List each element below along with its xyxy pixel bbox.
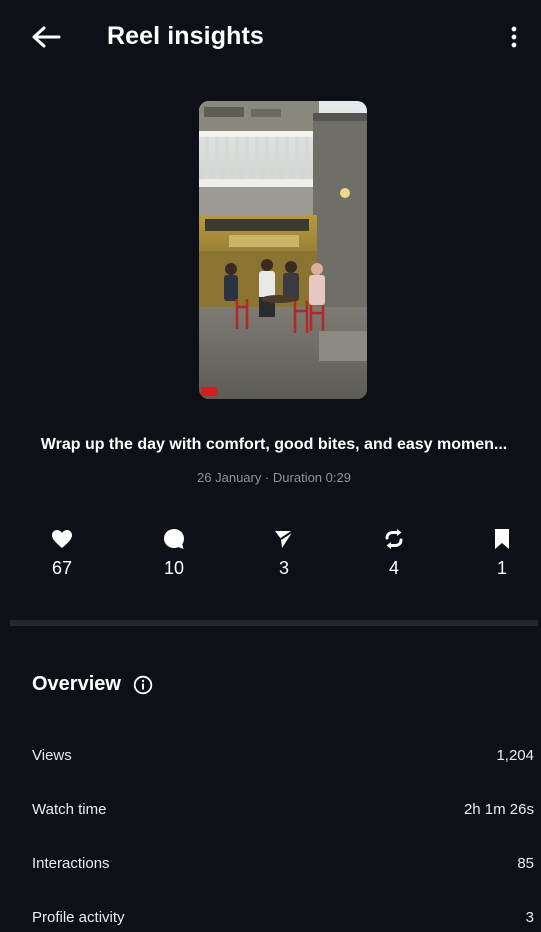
repost-icon <box>354 526 434 552</box>
more-options-button[interactable] <box>502 24 526 54</box>
share-icon <box>244 526 324 552</box>
row-label: Profile activity <box>32 908 125 926</box>
row-value: 85 <box>517 854 534 872</box>
reel-insights-screen: Reel insights Wrap up the day with comfo… <box>10 8 538 928</box>
saves-count: 1 <box>496 558 507 578</box>
section-divider <box>10 620 538 626</box>
comment-icon <box>134 526 214 552</box>
overview-title: Overview <box>32 673 121 695</box>
row-label: Watch time <box>32 800 107 818</box>
overview-row-profile-activity[interactable]: Profile activity 3 <box>10 890 538 932</box>
reel-thumbnail[interactable] <box>199 101 367 399</box>
stat-comments[interactable]: 10 <box>134 526 214 579</box>
overview-row-interactions[interactable]: Interactions 85 <box>10 836 538 890</box>
arrow-left-icon <box>31 26 61 53</box>
likes-count: 67 <box>51 558 73 578</box>
overview-row-views[interactable]: Views 1,204 <box>10 728 538 782</box>
row-value: 1,204 <box>496 746 534 764</box>
stat-likes[interactable]: 67 <box>22 526 102 579</box>
reposts-count: 4 <box>388 558 399 578</box>
row-value: 2h 1m 26s <box>463 800 534 818</box>
overview-row-watch-time[interactable]: Watch time 2h 1m 26s <box>10 782 538 836</box>
reel-meta: 26 January · Duration 0:29 <box>197 470 351 485</box>
reel-caption: Wrap up the day with comfort, good bites… <box>40 436 508 453</box>
overview-header: Overview <box>32 673 153 696</box>
overview-list: Views 1,204 Watch time 2h 1m 26s Interac… <box>10 728 538 932</box>
engagement-stats: 67 10 3 4 1 <box>10 526 538 586</box>
stat-reposts[interactable]: 4 <box>354 526 434 579</box>
more-vertical-icon <box>511 26 517 53</box>
stat-saves[interactable]: 1 <box>462 526 541 579</box>
stat-shares[interactable]: 3 <box>244 526 324 579</box>
info-icon[interactable] <box>133 675 153 695</box>
top-bar: Reel insights <box>10 8 538 70</box>
row-label: Views <box>32 746 72 764</box>
page-title: Reel insights <box>107 22 264 50</box>
heart-icon <box>22 526 102 552</box>
row-label: Interactions <box>32 854 110 872</box>
shares-count: 3 <box>278 558 289 578</box>
bookmark-icon <box>462 526 541 552</box>
comments-count: 10 <box>163 558 185 578</box>
row-value: 3 <box>525 908 534 926</box>
back-button[interactable] <box>28 24 64 54</box>
